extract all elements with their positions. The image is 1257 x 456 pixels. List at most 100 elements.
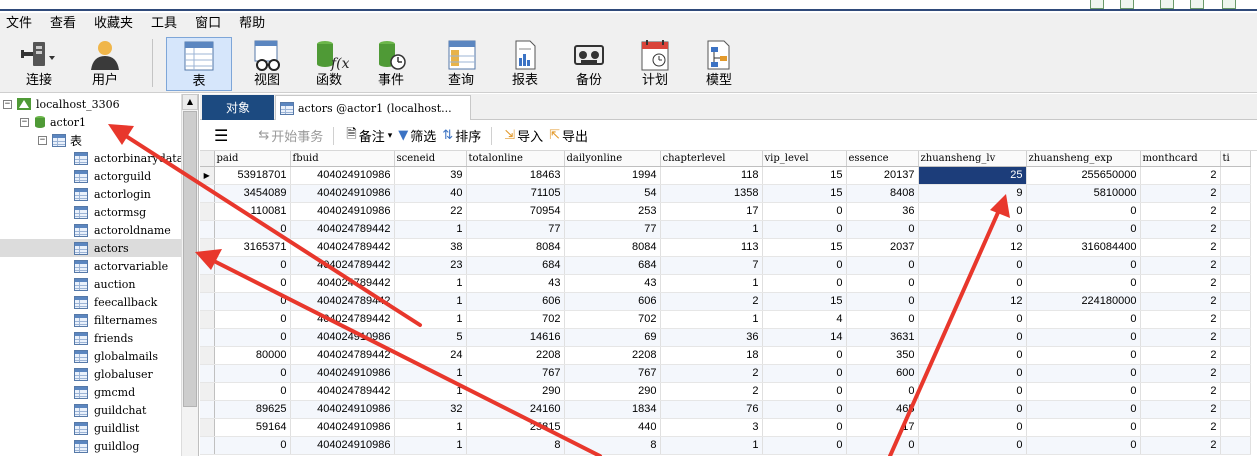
table-cell[interactable]: 43 — [564, 274, 661, 293]
tree-table-node[interactable]: globalmails — [0, 347, 181, 365]
table-cell[interactable]: 1 — [660, 310, 763, 329]
tree-table-node[interactable]: actorguild — [0, 167, 181, 185]
table-cell[interactable]: 0 — [1026, 220, 1141, 239]
table-cell[interactable]: 316084400 — [1026, 238, 1141, 257]
table-cell[interactable]: 0 — [846, 274, 919, 293]
table-cell[interactable]: 0 — [762, 400, 847, 419]
column-header[interactable]: zhuansheng_exp — [1026, 151, 1141, 167]
table-cell[interactable] — [1220, 274, 1251, 293]
table-cell[interactable]: 2 — [660, 364, 763, 383]
table-cell[interactable]: 404024789442 — [290, 292, 395, 311]
table-cell[interactable]: 290 — [466, 382, 565, 401]
scroll-up-icon[interactable]: ▲ — [182, 94, 198, 110]
table-cell[interactable]: 2 — [1140, 436, 1221, 455]
table-cell[interactable]: 0 — [918, 274, 1027, 293]
table-cell[interactable]: 0 — [846, 382, 919, 401]
user-button[interactable]: 用户 — [80, 37, 130, 91]
table-cell[interactable]: 224180000 — [1026, 292, 1141, 311]
tree-table-node[interactable]: actorvariable — [0, 257, 181, 275]
table-cell[interactable]: 1 — [394, 274, 467, 293]
row-header[interactable] — [200, 274, 215, 293]
table-cell[interactable]: 0 — [214, 382, 291, 401]
table-cell[interactable]: 606 — [466, 292, 565, 311]
table-cell[interactable]: 0 — [918, 364, 1027, 383]
table-cell[interactable]: 40 — [394, 184, 467, 203]
export-button[interactable]: ⇱ 导出 — [549, 126, 588, 145]
table-cell[interactable]: 350 — [846, 346, 919, 365]
table-cell[interactable]: 0 — [214, 328, 291, 347]
table-cell[interactable]: 0 — [918, 310, 1027, 329]
table-cell[interactable]: 24160 — [466, 400, 565, 419]
table-cell[interactable]: 2 — [1140, 238, 1221, 257]
window-button-icon[interactable] — [1190, 0, 1204, 9]
table-cell[interactable]: 3165371 — [214, 238, 291, 257]
table-cell[interactable]: 9 — [918, 184, 1027, 203]
table-cell[interactable]: 0 — [762, 382, 847, 401]
table-cell[interactable]: 2037 — [846, 238, 919, 257]
column-header[interactable]: fbuid — [290, 151, 395, 167]
table-cell[interactable]: 290 — [564, 382, 661, 401]
table-cell[interactable]: 0 — [762, 436, 847, 455]
table-cell[interactable]: 8084 — [564, 238, 661, 257]
window-button-icon[interactable] — [1120, 0, 1134, 9]
table-cell[interactable]: 0 — [846, 220, 919, 239]
table-cell[interactable]: 0 — [1026, 346, 1141, 365]
table-cell[interactable]: 0 — [762, 346, 847, 365]
table-cell[interactable]: 0 — [918, 436, 1027, 455]
table-cell[interactable]: 110081 — [214, 202, 291, 221]
table-cell[interactable]: 2 — [1140, 202, 1221, 221]
table-cell[interactable]: 22 — [394, 202, 467, 221]
table-cell[interactable] — [1220, 166, 1251, 185]
tree-table-node[interactable]: guildlist — [0, 419, 181, 437]
table-cell[interactable]: 2 — [1140, 292, 1221, 311]
table-cell[interactable] — [1220, 184, 1251, 203]
table-cell[interactable]: 702 — [564, 310, 661, 329]
table-cell[interactable]: 465 — [846, 400, 919, 419]
table-cell[interactable]: 1 — [394, 364, 467, 383]
table-cell[interactable] — [1220, 220, 1251, 239]
table-cell[interactable]: 1 — [660, 220, 763, 239]
table-cell[interactable]: 1994 — [564, 166, 661, 185]
tree-table-node[interactable]: actoroldname — [0, 221, 181, 239]
table-cell[interactable]: 0 — [846, 292, 919, 311]
table-cell[interactable] — [1220, 202, 1251, 221]
table-cell[interactable]: 15 — [762, 238, 847, 257]
table-cell[interactable] — [1220, 364, 1251, 383]
table-cell[interactable] — [1220, 256, 1251, 275]
tree-table-node[interactable]: auction — [0, 275, 181, 293]
row-header[interactable] — [200, 346, 215, 365]
tree-table-node[interactable]: globaluser — [0, 365, 181, 383]
tree-tables-folder[interactable]: − 表 — [38, 131, 181, 149]
table-cell[interactable]: 2 — [1140, 418, 1221, 437]
menu-favorites[interactable]: 收藏夹 — [88, 13, 145, 35]
row-header[interactable] — [200, 238, 215, 257]
table-cell[interactable] — [1220, 238, 1251, 257]
table-cell[interactable]: 77 — [564, 220, 661, 239]
table-cell[interactable] — [1220, 382, 1251, 401]
backup-button[interactable]: 备份 — [564, 37, 614, 91]
table-cell[interactable]: 1358 — [660, 184, 763, 203]
tree-table-node[interactable]: actorlogin — [0, 185, 181, 203]
table-cell[interactable] — [1220, 418, 1251, 437]
table-cell[interactable]: 0 — [918, 400, 1027, 419]
table-cell[interactable]: 0 — [1026, 382, 1141, 401]
row-header[interactable] — [200, 220, 215, 239]
row-header[interactable] — [200, 418, 215, 437]
window-button-icon[interactable] — [1222, 0, 1236, 9]
table-cell[interactable]: 1 — [394, 292, 467, 311]
table-cell[interactable]: 0 — [214, 220, 291, 239]
table-cell[interactable]: 0 — [214, 292, 291, 311]
begin-transaction-button[interactable]: ⇆ 开始事务 — [258, 126, 323, 145]
table-cell[interactable]: 2 — [1140, 220, 1221, 239]
table-cell[interactable]: 606 — [564, 292, 661, 311]
tree-server-node[interactable]: − localhost_3306 — [3, 95, 181, 113]
table-cell[interactable]: 36 — [846, 202, 919, 221]
table-cell[interactable]: 15 — [762, 184, 847, 203]
table-cell[interactable]: 38 — [394, 238, 467, 257]
table-cell[interactable]: 7 — [660, 256, 763, 275]
filter-button[interactable]: ▼ 筛选 — [398, 126, 436, 145]
note-button[interactable]: 🗎 备注 ▾ — [346, 125, 392, 147]
table-cell[interactable]: 8 — [564, 436, 661, 455]
table-cell[interactable]: 0 — [762, 364, 847, 383]
table-cell[interactable]: 15 — [762, 166, 847, 185]
